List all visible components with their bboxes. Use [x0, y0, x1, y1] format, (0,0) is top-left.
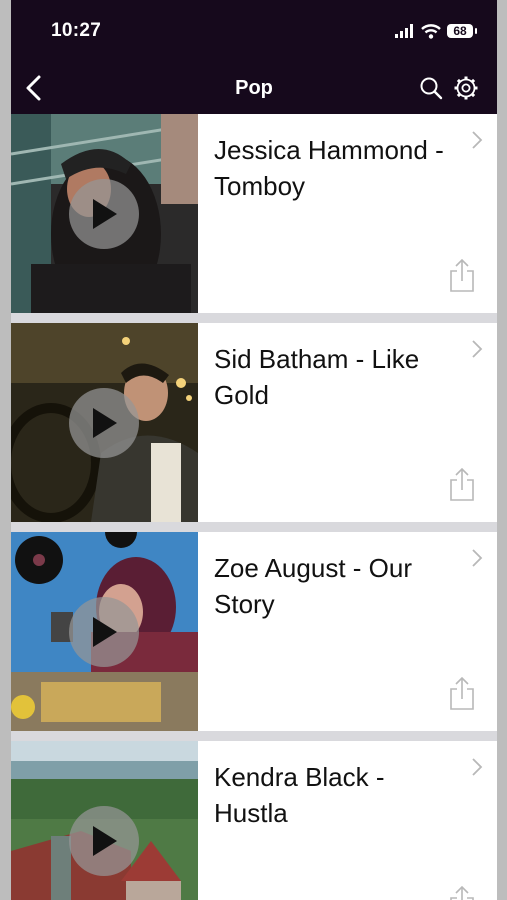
- list-item[interactable]: Kendra Black - Hustla: [11, 741, 497, 900]
- chevron-right-icon[interactable]: [471, 339, 483, 359]
- search-icon[interactable]: [419, 76, 443, 100]
- video-title[interactable]: Zoe August - Our Story: [214, 550, 451, 622]
- signal-icon: [395, 24, 413, 38]
- play-icon: [93, 826, 117, 856]
- share-icon[interactable]: [449, 259, 475, 293]
- share-icon[interactable]: [449, 468, 475, 502]
- video-thumbnail[interactable]: [11, 114, 198, 313]
- app-screen: 10:27 68 Pop Jessica Hammond - Tomboy Si…: [11, 0, 497, 900]
- video-list: Jessica Hammond - Tomboy Sid Batham - Li…: [11, 114, 497, 900]
- battery-icon: 68: [447, 24, 477, 38]
- video-info: Kendra Black - Hustla: [198, 741, 497, 900]
- play-button[interactable]: [69, 388, 139, 458]
- play-icon: [93, 617, 117, 647]
- video-info: Jessica Hammond - Tomboy: [198, 114, 497, 313]
- chevron-right-icon[interactable]: [471, 130, 483, 150]
- status-time: 10:27: [51, 20, 102, 41]
- video-info: Sid Batham - Like Gold: [198, 323, 497, 522]
- play-icon: [93, 199, 117, 229]
- play-button[interactable]: [69, 597, 139, 667]
- wifi-icon: [421, 23, 441, 39]
- chevron-right-icon[interactable]: [471, 757, 483, 777]
- share-icon[interactable]: [449, 677, 475, 711]
- gear-icon[interactable]: [453, 75, 479, 101]
- back-button[interactable]: [23, 74, 47, 102]
- list-item[interactable]: Zoe August - Our Story: [11, 532, 497, 731]
- play-icon: [93, 408, 117, 438]
- play-button[interactable]: [69, 179, 139, 249]
- share-icon[interactable]: [449, 886, 475, 900]
- status-icons: 68: [395, 23, 477, 39]
- video-thumbnail[interactable]: [11, 741, 198, 900]
- list-item[interactable]: Sid Batham - Like Gold: [11, 323, 497, 522]
- video-thumbnail[interactable]: [11, 532, 198, 731]
- play-button[interactable]: [69, 806, 139, 876]
- video-title[interactable]: Sid Batham - Like Gold: [214, 341, 451, 413]
- video-title[interactable]: Jessica Hammond - Tomboy: [214, 132, 451, 204]
- list-item[interactable]: Jessica Hammond - Tomboy: [11, 114, 497, 313]
- video-info: Zoe August - Our Story: [198, 532, 497, 731]
- nav-bar: Pop: [11, 62, 497, 114]
- status-bar: 10:27 68: [11, 0, 497, 62]
- chevron-right-icon[interactable]: [471, 548, 483, 568]
- nav-actions: [419, 75, 479, 101]
- video-thumbnail[interactable]: [11, 323, 198, 522]
- video-title[interactable]: Kendra Black - Hustla: [214, 759, 451, 831]
